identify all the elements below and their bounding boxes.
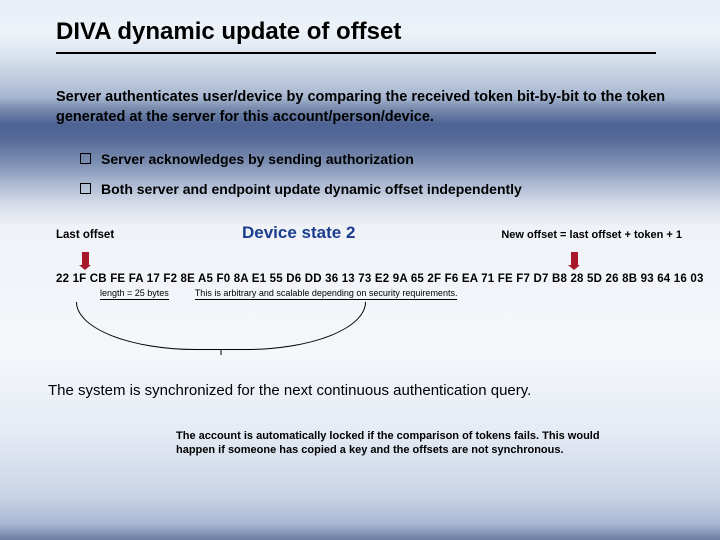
checkbox-icon: [80, 153, 91, 164]
arbitrary-annotation: This is arbitrary and scalable depending…: [195, 288, 458, 300]
intro-text: Server authenticates user/device by comp…: [56, 88, 676, 127]
curly-brace-icon: [76, 302, 366, 350]
bullet-item: Both server and endpoint update dynamic …: [80, 181, 682, 197]
slide: DIVA dynamic update of offset Server aut…: [0, 0, 720, 458]
new-offset-label: New offset = last offset + token + 1: [501, 229, 682, 241]
arrow-row: [56, 255, 682, 271]
sync-text: The system is synchronized for the next …: [48, 382, 682, 399]
hex-bytes: 22 1F CB FE FA 17 F2 8E A5 F0 8A E1 55 D…: [56, 273, 682, 285]
arrow-down-icon: [571, 252, 578, 265]
footer-text: The account is automatically locked if t…: [176, 429, 616, 458]
length-annotation: length = 25 bytes: [100, 288, 169, 300]
device-state-label: Device state 2: [242, 223, 355, 243]
slide-title: DIVA dynamic update of offset: [56, 18, 656, 54]
last-offset-label: Last offset: [56, 229, 114, 241]
bullet-text: Server acknowledges by sending authoriza…: [101, 151, 414, 167]
bullet-item: Server acknowledges by sending authoriza…: [80, 151, 682, 167]
bullet-text: Both server and endpoint update dynamic …: [101, 181, 522, 197]
state-labels: Last offset Device state 2 New offset = …: [56, 227, 682, 251]
bullet-list: Server acknowledges by sending authoriza…: [80, 151, 682, 197]
brace-wrap: [76, 302, 682, 350]
annotations: length = 25 bytes This is arbitrary and …: [100, 288, 682, 300]
checkbox-icon: [80, 183, 91, 194]
arrow-down-icon: [82, 252, 89, 265]
